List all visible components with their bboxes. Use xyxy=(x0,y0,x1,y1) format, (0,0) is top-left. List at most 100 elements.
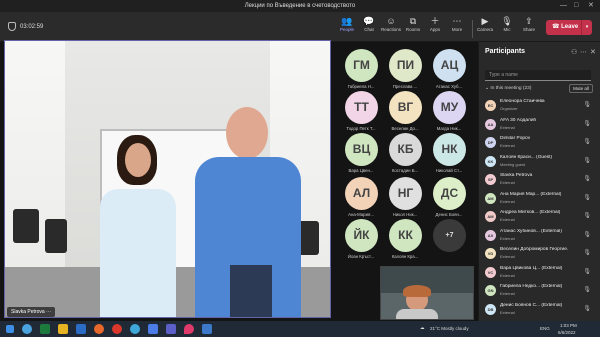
self-view-video[interactable] xyxy=(380,266,474,320)
participant-name: Елеонора Стаичева xyxy=(500,99,545,104)
participant-tile[interactable]: ТТ xyxy=(345,91,378,124)
toolbar-more-button[interactable]: ⋯ More xyxy=(444,16,470,32)
leave-button[interactable]: ☎ Leave ▾ xyxy=(546,20,592,35)
participant-tile-name: Ана-Мария... xyxy=(348,212,374,217)
windows-taskbar: ☁ 21°C Mostly cloudy ENG 1:03 PM 6/6/202… xyxy=(0,321,600,337)
participant-row[interactable]: AM Андреа Митков... (External) External 🎙 xyxy=(483,208,595,225)
participant-row[interactable]: AX Атанас Хубинов... (External) External 🎙 xyxy=(483,227,595,244)
avatar: DB xyxy=(485,303,496,315)
participant-name: Веселин Добромиров Георгие... xyxy=(500,247,568,252)
chrome-icon[interactable] xyxy=(130,324,140,334)
participant-name: Dimitar Popov xyxy=(500,136,531,141)
self-hair xyxy=(403,285,431,297)
search-input[interactable]: Type a name xyxy=(485,70,591,81)
participant-role: External xyxy=(500,180,515,185)
participant-row[interactable]: AA AFA 30 Аодалиh External 🎙 xyxy=(483,116,595,133)
participant-row[interactable]: GN Габриела Недко... (External) External 🎙 xyxy=(483,282,595,299)
chair xyxy=(13,209,39,243)
chevron-down-icon[interactable]: ▾ xyxy=(581,20,592,35)
weather-text[interactable]: 21°C Mostly cloudy xyxy=(430,326,469,331)
mic-muted-icon[interactable]: 🎙 xyxy=(583,120,591,127)
participant-tile[interactable]: АЛ xyxy=(345,177,378,210)
participant-tile[interactable]: МУ xyxy=(433,91,466,124)
participant-tile[interactable]: ВЦ xyxy=(345,133,378,166)
participant-name: AFA 30 Аодалиh xyxy=(500,117,537,123)
participant-row[interactable]: DB Денис Боянов С... (External) External 🎙 xyxy=(483,301,595,318)
participant-row[interactable]: DP Dimitar Popov External 🎙 xyxy=(483,134,595,151)
taskbar-app-icon[interactable] xyxy=(22,324,32,334)
participant-role: External xyxy=(500,143,515,148)
participant-tile-name: Денис Боян... xyxy=(435,212,463,217)
participant-tile[interactable]: АЦ xyxy=(433,49,466,82)
participant-tile-name: Тодор Петк Т... xyxy=(346,126,376,131)
participant-tile[interactable]: НК xyxy=(433,133,466,166)
participant-row[interactable]: VD Веселин Добромиров Георгие... External 🎙 xyxy=(483,245,595,262)
mic-muted-icon[interactable]: 🎙 xyxy=(583,194,591,201)
mic-muted-icon[interactable]: 🎙 xyxy=(583,249,591,256)
mic-muted-icon[interactable]: 🎙 xyxy=(583,138,591,145)
avatar: GN xyxy=(485,285,496,296)
participants-panel: Participants ⚇ ⋯ ✕ Type a name ⌄ In this… xyxy=(478,42,600,321)
participant-tile[interactable]: ГМ xyxy=(345,49,378,82)
participant-tile[interactable]: КБ xyxy=(389,133,422,166)
participant-tile[interactable]: КК xyxy=(389,219,422,252)
language-indicator[interactable]: ENG xyxy=(540,326,550,331)
participant-role: External xyxy=(500,309,515,315)
participant-row[interactable]: SP Slavka Petrova External 🎙 xyxy=(483,171,595,188)
mic-muted-icon[interactable]: 🎙 xyxy=(583,268,591,275)
more-participants-tile[interactable]: +7 xyxy=(433,219,466,252)
participant-role: Organizer xyxy=(500,106,518,111)
participant-row[interactable]: KK Калоян Краси... (Guest) Meeting guest 🎙 xyxy=(483,153,595,170)
participant-role: External xyxy=(500,291,515,296)
mic-muted-icon[interactable]: 🎙 xyxy=(583,212,591,219)
in-meeting-header[interactable]: ⌄ In this meeting (23) xyxy=(485,86,531,91)
participant-name: Калоян Краси... (Guest) xyxy=(500,154,553,160)
meeting-toolbar: 03:02:59 👥 People 💬 Chat ☺ Reactions ⧉ Rooms… xyxy=(0,12,600,42)
panel-title: Participants xyxy=(485,48,526,55)
mic-muted-icon[interactable]: 🎙 xyxy=(583,305,591,312)
participant-role: External xyxy=(500,272,515,278)
more-options-icon[interactable]: ⋯ xyxy=(580,48,587,56)
add-people-icon[interactable]: ⚇ xyxy=(571,48,577,56)
participant-tile[interactable]: ЙК xyxy=(345,219,378,252)
participant-tile-name: Калоян Кра... xyxy=(391,254,419,259)
excel-icon[interactable] xyxy=(40,324,50,334)
avatar: KK xyxy=(485,155,496,167)
app-icon[interactable] xyxy=(202,324,212,334)
teams-icon[interactable] xyxy=(166,324,176,334)
app-icon[interactable] xyxy=(184,324,194,334)
participant-tile-name: Магда Ник... xyxy=(436,126,462,131)
close-icon[interactable]: ✕ xyxy=(590,48,596,56)
clock-date[interactable]: 6/6/2022 xyxy=(558,330,576,335)
mic-muted-icon[interactable]: 🎙 xyxy=(583,157,591,164)
weather-icon[interactable]: ☁ xyxy=(420,325,425,331)
participant-tile[interactable]: НГ xyxy=(389,177,422,210)
avatar: AM xyxy=(485,192,496,204)
firefox-icon[interactable] xyxy=(94,324,104,334)
opera-icon[interactable] xyxy=(112,324,122,334)
minimize-button[interactable]: — xyxy=(560,0,567,12)
windows-start-icon[interactable] xyxy=(6,325,14,333)
main-video[interactable]: Slavka Petrova ··· xyxy=(4,40,331,318)
participant-tile[interactable]: ДС xyxy=(433,177,466,210)
participant-tile[interactable]: ПИ xyxy=(389,49,422,82)
participant-tile-name: Никол Ник... xyxy=(392,212,418,217)
participant-tile[interactable]: ВГ xyxy=(389,91,422,124)
participant-role: External xyxy=(500,198,515,204)
toolbar-share-button[interactable]: ⇪ Share xyxy=(516,16,542,32)
chair xyxy=(45,219,67,253)
mic-muted-icon[interactable]: 🎙 xyxy=(583,175,591,182)
maximize-button[interactable]: □ xyxy=(574,0,578,12)
participant-row[interactable]: VC Вара Цвикова Ц... (External) External 🎙 xyxy=(483,264,595,281)
clock-time[interactable]: 1:03 PM xyxy=(560,323,577,328)
folder-icon[interactable] xyxy=(58,324,68,334)
participant-row[interactable]: EC Елеонора Стаичева Organizer 🎙 xyxy=(483,97,595,114)
close-window-button[interactable]: ✕ xyxy=(588,0,594,12)
mic-muted-icon[interactable]: 🎙 xyxy=(583,101,591,108)
mute-all-button[interactable]: Mute all xyxy=(569,84,593,93)
app-icon[interactable] xyxy=(148,324,158,334)
mic-muted-icon[interactable]: 🎙 xyxy=(583,286,591,293)
word-icon[interactable] xyxy=(76,324,86,334)
mic-muted-icon[interactable]: 🎙 xyxy=(583,231,591,238)
participant-row[interactable]: AM Ана Мария Мар... (External) External 🎙 xyxy=(483,190,595,207)
